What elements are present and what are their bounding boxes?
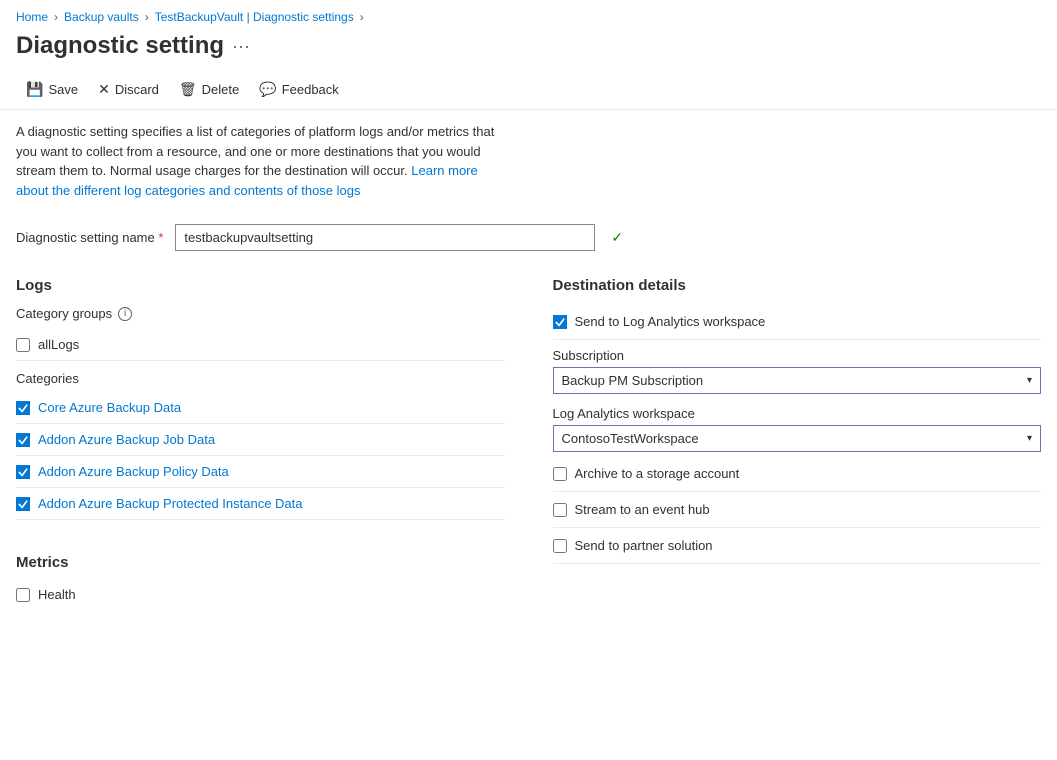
save-button[interactable]: 💾 Save — [16, 76, 88, 103]
save-icon: 💾 — [26, 81, 43, 98]
right-panel: Destination details Send to Log Analytic… — [537, 263, 1042, 610]
partner-row: Send to partner solution — [553, 528, 1042, 564]
logs-section-title: Logs — [16, 263, 505, 302]
categories-label: Categories — [16, 361, 505, 392]
subscription-value: Backup PM Subscription — [562, 373, 704, 388]
breadcrumb-home[interactable]: Home — [16, 10, 48, 24]
category-groups-info-icon[interactable]: i — [118, 307, 132, 321]
delete-button[interactable]: 🗑 Delete — [169, 76, 249, 103]
addon-policy-checkbox[interactable] — [16, 465, 30, 479]
core-backup-checkbox[interactable] — [16, 401, 30, 415]
page-title-area: Diagnostic setting ··· — [0, 30, 1057, 70]
category-row-0: Core Azure Backup Data — [16, 392, 505, 424]
metrics-section: Metrics Health — [16, 520, 505, 610]
event-hub-checkbox[interactable] — [553, 503, 567, 517]
breadcrumb-vault-diagnostic[interactable]: TestBackupVault | Diagnostic settings — [155, 10, 354, 24]
addon-protected-label[interactable]: Addon Azure Backup Protected Instance Da… — [38, 496, 303, 511]
partner-label[interactable]: Send to partner solution — [575, 538, 713, 553]
metrics-section-title: Metrics — [16, 540, 505, 579]
all-logs-row: allLogs — [16, 329, 505, 361]
category-row-1: Addon Azure Backup Job Data — [16, 424, 505, 456]
health-checkbox[interactable] — [16, 588, 30, 602]
subscription-dropdown[interactable]: Backup PM Subscription ▾ — [553, 367, 1042, 394]
category-row-2: Addon Azure Backup Policy Data — [16, 456, 505, 488]
ellipsis-button[interactable]: ··· — [232, 36, 250, 57]
all-logs-checkbox[interactable] — [16, 338, 30, 352]
left-panel: Logs Category groups i allLogs Categorie… — [16, 263, 537, 610]
breadcrumb: Home › Backup vaults › TestBackupVault |… — [0, 0, 1057, 30]
subscription-chevron-icon: ▾ — [1027, 375, 1032, 386]
workspace-value: ContosoTestWorkspace — [562, 431, 699, 446]
subscription-group: Subscription Backup PM Subscription ▾ — [553, 340, 1042, 398]
main-content: Logs Category groups i allLogs Categorie… — [0, 263, 1057, 610]
workspace-dropdown[interactable]: ContosoTestWorkspace ▾ — [553, 425, 1042, 452]
storage-row: Archive to a storage account — [553, 456, 1042, 492]
health-row: Health — [16, 579, 505, 610]
log-analytics-label[interactable]: Send to Log Analytics workspace — [575, 314, 766, 329]
toolbar: 💾 Save ✕ Discard 🗑 Delete 💬 Feedback — [0, 70, 1057, 110]
addon-protected-checkbox[interactable] — [16, 497, 30, 511]
core-backup-label[interactable]: Core Azure Backup Data — [38, 400, 181, 415]
discard-icon: ✕ — [98, 81, 110, 98]
addon-policy-label[interactable]: Addon Azure Backup Policy Data — [38, 464, 229, 479]
event-hub-label[interactable]: Stream to an event hub — [575, 502, 710, 517]
category-row-3: Addon Azure Backup Protected Instance Da… — [16, 488, 505, 520]
destination-title: Destination details — [553, 277, 1042, 304]
health-label[interactable]: Health — [38, 587, 76, 602]
feedback-button[interactable]: 💬 Feedback — [249, 76, 349, 103]
partner-checkbox[interactable] — [553, 539, 567, 553]
event-hub-row: Stream to an event hub — [553, 492, 1042, 528]
workspace-group: Log Analytics workspace ContosoTestWorks… — [553, 398, 1042, 456]
category-groups-label: Category groups i — [16, 302, 505, 329]
subscription-label: Subscription — [553, 348, 1042, 367]
feedback-icon: 💬 — [259, 81, 276, 98]
setting-name-label: Diagnostic setting name * — [16, 230, 163, 245]
setting-name-row: Diagnostic setting name * ✓ — [0, 212, 1057, 263]
validation-check-icon: ✓ — [611, 229, 623, 246]
workspace-label: Log Analytics workspace — [553, 406, 1042, 425]
discard-button[interactable]: ✕ Discard — [88, 76, 169, 103]
log-analytics-row: Send to Log Analytics workspace — [553, 304, 1042, 340]
log-analytics-checkbox[interactable] — [553, 315, 567, 329]
addon-job-checkbox[interactable] — [16, 433, 30, 447]
delete-icon: 🗑 — [179, 81, 197, 98]
workspace-chevron-icon: ▾ — [1027, 433, 1032, 444]
storage-label[interactable]: Archive to a storage account — [575, 466, 740, 481]
storage-checkbox[interactable] — [553, 467, 567, 481]
addon-job-label[interactable]: Addon Azure Backup Job Data — [38, 432, 215, 447]
all-logs-label[interactable]: allLogs — [38, 337, 79, 352]
page-title: Diagnostic setting — [16, 32, 224, 60]
description-area: A diagnostic setting specifies a list of… — [0, 110, 520, 212]
setting-name-input[interactable] — [175, 224, 595, 251]
breadcrumb-backup-vaults[interactable]: Backup vaults — [64, 10, 139, 24]
